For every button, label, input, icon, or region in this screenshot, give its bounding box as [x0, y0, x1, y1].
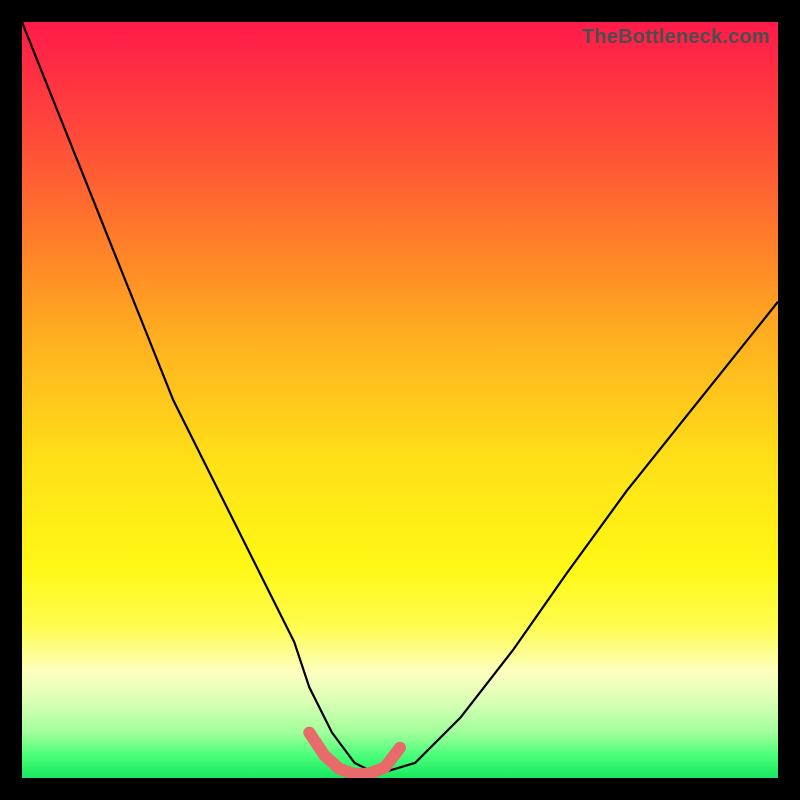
watermark-text: TheBottleneck.com: [582, 26, 770, 49]
bottleneck-curve-path: [22, 22, 778, 774]
chart-frame: TheBottleneck.com: [0, 0, 800, 800]
curve-layer: [22, 22, 778, 778]
sweet-spot-highlight-path: [309, 733, 400, 775]
plot-area: TheBottleneck.com: [22, 22, 778, 778]
